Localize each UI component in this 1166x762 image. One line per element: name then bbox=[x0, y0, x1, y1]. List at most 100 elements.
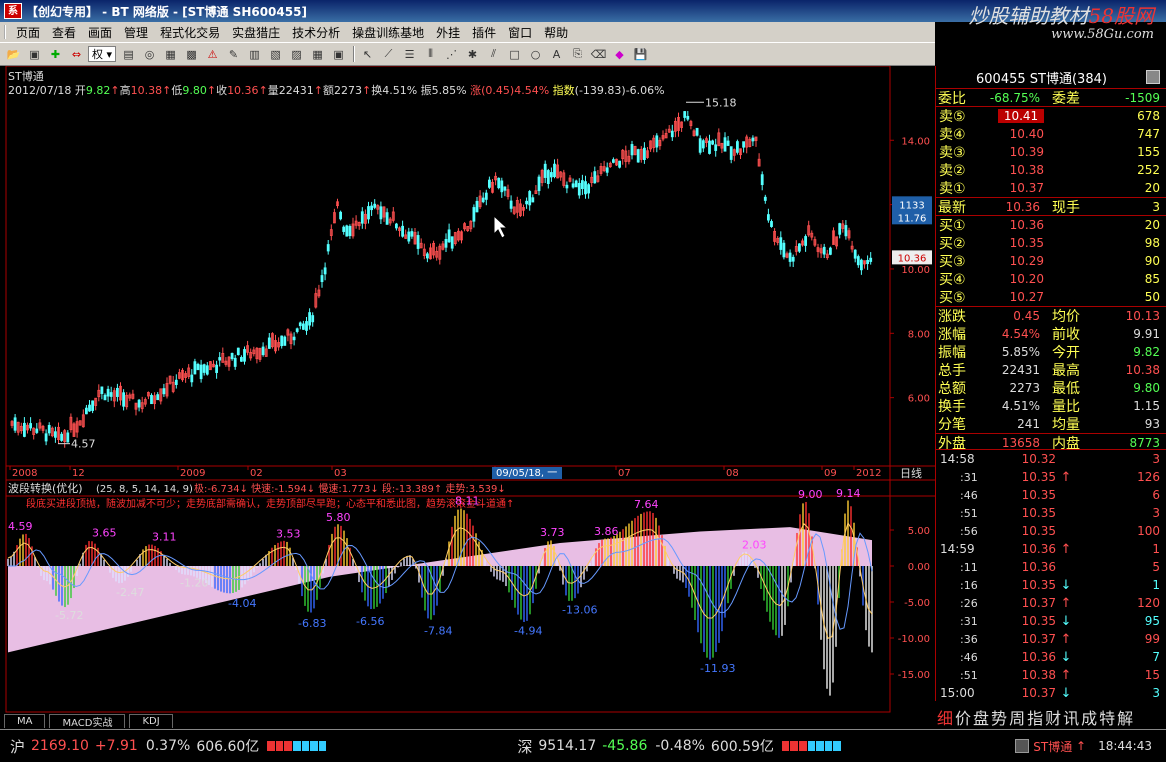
menu-item-3[interactable]: 管理 bbox=[118, 24, 154, 41]
open-folder-icon[interactable]: 📂 bbox=[4, 45, 23, 63]
window-icon[interactable]: ▦ bbox=[161, 45, 180, 63]
info-tab-2[interactable]: 盘 bbox=[973, 705, 989, 729]
parallel-tool-icon[interactable]: ⫽ bbox=[484, 45, 503, 63]
k-chart-icon[interactable]: ▣ bbox=[25, 45, 44, 63]
candle-body bbox=[370, 205, 374, 211]
tick-row: :51 10.35 3 bbox=[936, 504, 1166, 522]
menu-item-9[interactable]: 插件 bbox=[466, 24, 502, 41]
rights-combo[interactable]: 权 ▾ bbox=[88, 46, 117, 62]
menu-item-6[interactable]: 技术分析 bbox=[286, 24, 346, 41]
buy-price: 10.27 bbox=[1009, 290, 1044, 304]
candle-body bbox=[308, 312, 312, 326]
info-tab-8[interactable]: 成 bbox=[1081, 705, 1097, 729]
copy-icon[interactable]: ⎘ bbox=[568, 45, 587, 63]
circle-tool-icon[interactable]: ○ bbox=[526, 45, 545, 63]
buy-row[interactable]: 买④ 10.20 85 bbox=[936, 270, 1166, 288]
candle-body bbox=[798, 243, 801, 252]
gann-tool-icon[interactable]: ✱ bbox=[463, 45, 482, 63]
menu-item-5[interactable]: 实盘猎庄 bbox=[226, 24, 286, 41]
fan-tool-icon[interactable]: ⋰ bbox=[442, 45, 461, 63]
sell-price: 10.37 bbox=[1009, 181, 1044, 195]
sell-row[interactable]: 卖① 10.37 20 bbox=[936, 179, 1166, 197]
candle-body bbox=[295, 328, 299, 332]
indicator-trough-label: -2.47 bbox=[116, 586, 144, 599]
kline-chart[interactable]: 14.0012.0010.008.006.0015.184.57113311.7… bbox=[0, 66, 935, 713]
line-tool-icon[interactable]: ⟋ bbox=[379, 45, 398, 63]
ring-icon[interactable]: ◎ bbox=[140, 45, 159, 63]
menu-grip[interactable] bbox=[4, 25, 8, 39]
info-tab-10[interactable]: 解 bbox=[1117, 705, 1133, 729]
sell-row[interactable]: 卖④ 10.40 747 bbox=[936, 125, 1166, 143]
quote-menu-icon[interactable] bbox=[1146, 70, 1160, 84]
info-tab-3[interactable]: 势 bbox=[991, 705, 1007, 729]
save-icon[interactable]: 💾 bbox=[631, 45, 650, 63]
stat-label-2: 最低 bbox=[1052, 381, 1080, 397]
text-tool-icon[interactable]: A bbox=[547, 45, 566, 63]
sell-row[interactable]: 卖③ 10.39 155 bbox=[936, 143, 1166, 161]
candle-body bbox=[103, 394, 107, 401]
vline-tool-icon[interactable]: ⦀ bbox=[421, 45, 440, 63]
add-icon[interactable]: ✚ bbox=[46, 45, 65, 63]
tick-list[interactable]: 14:58 10.32 3:31 10.35 ↑ 126:46 10.35 6:51 10.35… bbox=[935, 449, 1166, 701]
status-stock-tag[interactable]: ST博通 ↑ bbox=[1015, 738, 1086, 755]
tick-row: 14:58 10.32 3 bbox=[936, 450, 1166, 468]
info-tab-6[interactable]: 财 bbox=[1045, 705, 1061, 729]
menu-item-11[interactable]: 帮助 bbox=[538, 24, 574, 41]
date-tick-label: 08 bbox=[726, 468, 739, 479]
buy-row[interactable]: 买③ 10.29 90 bbox=[936, 252, 1166, 270]
buy-row[interactable]: 买② 10.35 98 bbox=[936, 234, 1166, 252]
info-tab-0[interactable]: 细 bbox=[937, 705, 953, 729]
stat-row: 涨幅 4.54% 前收 9.91 bbox=[936, 325, 1166, 343]
indicator-tab-2[interactable]: KDJ bbox=[129, 714, 173, 728]
layout-5-icon[interactable]: ▣ bbox=[329, 45, 348, 63]
info-tab-1[interactable]: 价 bbox=[955, 705, 971, 729]
color-palette-icon[interactable]: ◆ bbox=[610, 45, 629, 63]
eraser-icon[interactable]: ⌫ bbox=[589, 45, 608, 63]
stat-row: 总手 22431 最高 10.38 bbox=[936, 361, 1166, 379]
sell-row[interactable]: 卖⑤ 10.41 678 bbox=[936, 107, 1166, 125]
menu-item-10[interactable]: 窗口 bbox=[502, 24, 538, 41]
buy-row[interactable]: 买⑤ 10.27 50 bbox=[936, 288, 1166, 306]
tick-volume: 100 bbox=[1137, 524, 1160, 538]
candle-body bbox=[804, 236, 807, 246]
candle-body bbox=[236, 347, 240, 356]
pencil-icon[interactable]: ✎ bbox=[224, 45, 243, 63]
buy-row[interactable]: 买① 10.36 20 bbox=[936, 216, 1166, 234]
menu-item-1[interactable]: 查看 bbox=[46, 24, 82, 41]
cross-icon[interactable]: ⇔ bbox=[67, 45, 86, 63]
latest-row: 最新 10.36 现手 3 bbox=[936, 197, 1166, 216]
tick-price: 10.35 bbox=[1021, 578, 1056, 592]
stamp-icon[interactable]: ▩ bbox=[182, 45, 201, 63]
menu-item-4[interactable]: 程式化交易 bbox=[154, 24, 226, 41]
info-tab-4[interactable]: 周 bbox=[1009, 705, 1025, 729]
alarm-icon[interactable]: ⚠ bbox=[203, 45, 222, 63]
info-tab-9[interactable]: 特 bbox=[1099, 705, 1115, 729]
menu-item-0[interactable]: 页面 bbox=[10, 24, 46, 41]
price-tick-label: 10.00 bbox=[901, 265, 930, 276]
chart-style-icon[interactable]: ▤ bbox=[119, 45, 138, 63]
buy-label: 买④ bbox=[939, 272, 966, 288]
candle-body bbox=[292, 336, 296, 341]
layout-1-icon[interactable]: ▥ bbox=[245, 45, 264, 63]
indicator-tab-1[interactable]: MACD实战 bbox=[49, 714, 126, 729]
layout-3-icon[interactable]: ▨ bbox=[287, 45, 306, 63]
indicator-tab-0[interactable]: MA bbox=[4, 714, 46, 728]
info-tab-7[interactable]: 讯 bbox=[1063, 705, 1079, 729]
stat-value-1: 241 bbox=[1017, 417, 1040, 431]
hline-tool-icon[interactable]: ☰ bbox=[400, 45, 419, 63]
sell-row[interactable]: 卖② 10.38 252 bbox=[936, 161, 1166, 179]
chart-area[interactable]: 14.0012.0010.008.006.0015.184.57113311.7… bbox=[0, 66, 935, 713]
candle-body bbox=[401, 225, 405, 237]
rect-tool-icon[interactable]: □ bbox=[505, 45, 524, 63]
menu-item-2[interactable]: 画面 bbox=[82, 24, 118, 41]
indicator-peak-label: 3.65 bbox=[92, 527, 117, 540]
candle-body bbox=[531, 197, 535, 203]
menu-item-7[interactable]: 操盘训练基地 bbox=[346, 24, 430, 41]
layout-2-icon[interactable]: ▧ bbox=[266, 45, 285, 63]
layout-4-icon[interactable]: ▦ bbox=[308, 45, 327, 63]
cursor-icon[interactable]: ↖ bbox=[358, 45, 377, 63]
candle-body bbox=[267, 337, 271, 349]
menu-item-8[interactable]: 外挂 bbox=[430, 24, 466, 41]
info-tab-5[interactable]: 指 bbox=[1027, 705, 1043, 729]
candle-body bbox=[85, 407, 88, 415]
